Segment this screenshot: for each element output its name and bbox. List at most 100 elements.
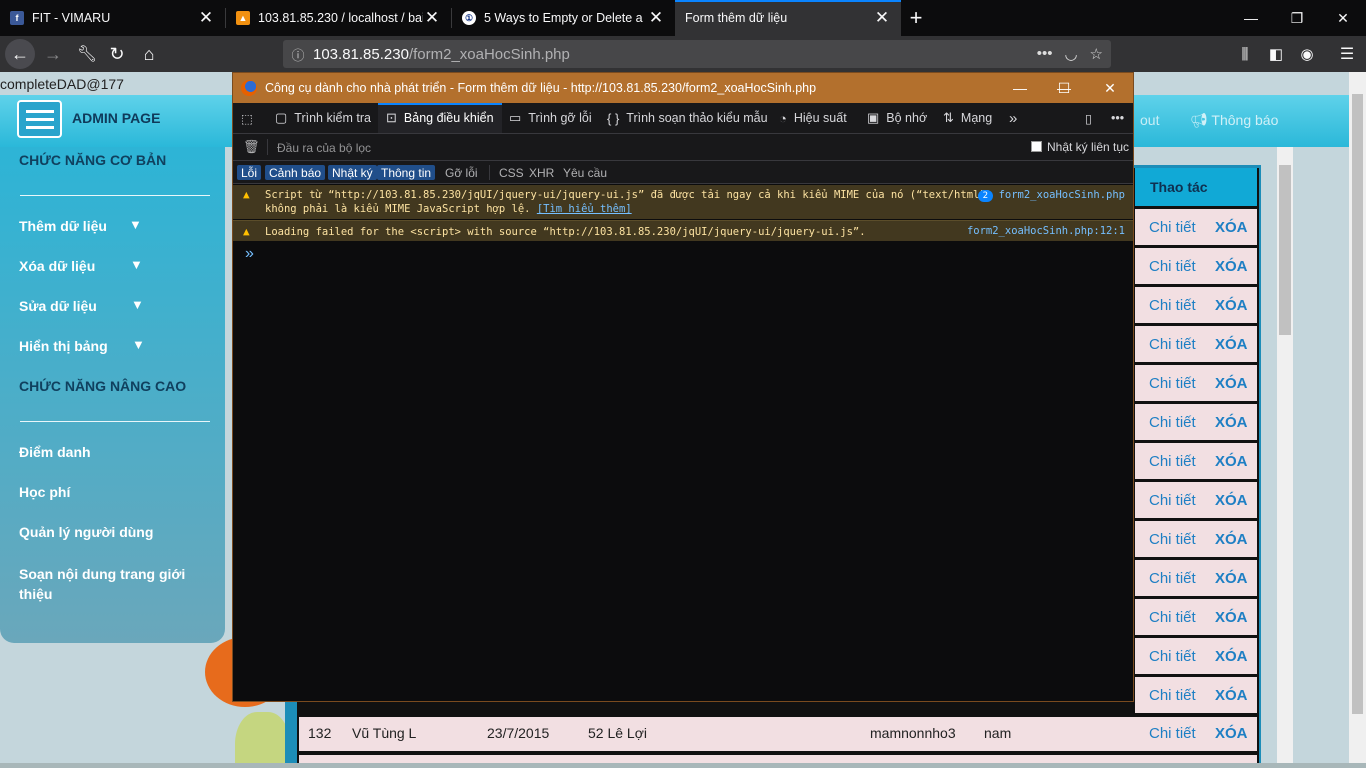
source-link[interactable]: form2_xoaHocSinh.php:12:1 bbox=[967, 225, 1125, 237]
chevron-down-icon[interactable]: ▼ bbox=[130, 257, 144, 272]
detail-link[interactable]: Chi tiết bbox=[1149, 725, 1196, 742]
tab-memory[interactable]: ▣ Bộ nhớ bbox=[867, 103, 927, 133]
filter-logs[interactable]: Nhật ký bbox=[328, 165, 377, 180]
new-tab-button[interactable]: + bbox=[903, 0, 929, 36]
menu-toggle-button[interactable] bbox=[17, 100, 62, 138]
sidebar-toggle-icon[interactable]: ◧ bbox=[1261, 39, 1291, 69]
chevron-down-icon[interactable]: ▼ bbox=[129, 217, 143, 232]
detail-link[interactable]: Chi tiết bbox=[1149, 297, 1196, 314]
tab-fit-vimaru[interactable]: f FIT - VIMARU ✕ bbox=[0, 0, 225, 36]
delete-link[interactable]: XÓA bbox=[1215, 531, 1248, 548]
account-icon[interactable]: ◉ bbox=[1292, 39, 1322, 69]
window-scrollbar[interactable] bbox=[1349, 72, 1366, 768]
detail-link[interactable]: Chi tiết bbox=[1149, 531, 1196, 548]
logout-link[interactable]: out bbox=[1140, 112, 1159, 128]
close-icon[interactable]: ✕ bbox=[873, 8, 891, 28]
more-tabs-icon[interactable]: » bbox=[1009, 103, 1017, 133]
detail-link[interactable]: Chi tiết bbox=[1149, 609, 1196, 626]
detail-link[interactable]: Chi tiết bbox=[1149, 570, 1196, 587]
notifications-link[interactable]: 📢︎ Thông báo bbox=[1190, 112, 1278, 129]
close-devtools-button[interactable]: ✕ bbox=[1087, 73, 1133, 103]
scrollbar-thumb[interactable] bbox=[1279, 165, 1291, 335]
restore-button[interactable]: ❐ bbox=[1274, 0, 1320, 36]
wrench-icon[interactable]: 🔧︎ bbox=[72, 39, 102, 69]
delete-link[interactable]: XÓA bbox=[1215, 648, 1248, 665]
delete-link[interactable]: XÓA bbox=[1215, 336, 1248, 353]
hamburger-menu-icon[interactable]: ☰ bbox=[1332, 39, 1362, 69]
sidebar-item-intro-content[interactable]: Soạn nội dung trang giới thiệu bbox=[19, 564, 204, 604]
info-icon[interactable]: ⓘ bbox=[283, 45, 313, 64]
bookmark-star-icon[interactable]: ☆ bbox=[1090, 45, 1103, 63]
tab-debugger[interactable]: ▭ Trình gỡ lỗi bbox=[509, 103, 592, 133]
filter-xhr[interactable]: XHR bbox=[525, 165, 558, 180]
delete-link[interactable]: XÓA bbox=[1215, 609, 1248, 626]
tab-5-ways[interactable]: ① 5 Ways to Empty or Delete a La ✕ bbox=[452, 0, 675, 36]
scrollbar-thumb[interactable] bbox=[1352, 94, 1363, 714]
responsive-design-icon[interactable]: ▯ bbox=[1085, 103, 1092, 133]
url-bar[interactable]: ⓘ 103.81.85.230/form2_xoaHocSinh.php •••… bbox=[283, 40, 1111, 68]
minimize-button[interactable]: — bbox=[1228, 0, 1274, 36]
filter-debug[interactable]: Gỡ lỗi bbox=[441, 165, 482, 180]
close-icon[interactable]: ✕ bbox=[423, 8, 441, 28]
element-picker-icon[interactable]: ⬚ bbox=[241, 103, 253, 133]
tab-console[interactable]: ⊡ Bảng điều khiển bbox=[378, 103, 502, 133]
sidebar-item-attendance[interactable]: Điểm danh bbox=[19, 444, 91, 460]
delete-link[interactable]: XÓA bbox=[1215, 687, 1248, 704]
delete-link[interactable]: XÓA bbox=[1215, 297, 1248, 314]
filter-errors[interactable]: Lỗi bbox=[237, 165, 262, 180]
sidebar-item-edit-data[interactable]: Sửa dữ liệu bbox=[19, 298, 97, 314]
sidebar-item-tuition[interactable]: Học phí bbox=[19, 484, 70, 500]
inner-scrollbar[interactable] bbox=[1277, 147, 1293, 768]
home-button[interactable]: ⌂ bbox=[134, 39, 164, 69]
detail-link[interactable]: Chi tiết bbox=[1149, 492, 1196, 509]
chevron-down-icon[interactable]: ▼ bbox=[132, 337, 146, 352]
tab-phpmyadmin[interactable]: ▲ 103.81.85.230 / localhost / baita ✕ bbox=[226, 0, 451, 36]
detail-link[interactable]: Chi tiết bbox=[1149, 414, 1196, 431]
tab-inspector[interactable]: ▢ Trình kiểm tra bbox=[275, 103, 371, 133]
delete-link[interactable]: XÓA bbox=[1215, 258, 1248, 275]
detail-link[interactable]: Chi tiết bbox=[1149, 375, 1196, 392]
delete-link[interactable]: XÓA bbox=[1215, 219, 1248, 236]
filter-css[interactable]: CSS bbox=[495, 165, 528, 180]
filter-input[interactable]: Đầu ra của bộ lọc bbox=[277, 141, 371, 155]
sidebar-item-show-table[interactable]: Hiển thị bảng bbox=[19, 338, 108, 354]
console-prompt[interactable]: » bbox=[245, 245, 254, 263]
tab-form-them-du-lieu[interactable]: Form thêm dữ liệu ✕ bbox=[675, 0, 901, 36]
pocket-icon[interactable]: ◡ bbox=[1064, 45, 1077, 63]
filter-info[interactable]: Thông tin bbox=[377, 165, 436, 180]
filter-warnings[interactable]: Cảnh báo bbox=[265, 165, 326, 180]
delete-link[interactable]: XÓA bbox=[1215, 725, 1248, 742]
learn-more-link[interactable]: [Tìm hiểu thêm] bbox=[537, 203, 632, 215]
sidebar-item-add-data[interactable]: Thêm dữ liệu bbox=[19, 218, 107, 234]
trash-icon[interactable]: 🗑︎ bbox=[243, 139, 260, 155]
persist-logs-checkbox[interactable] bbox=[1031, 141, 1042, 152]
minimize-button[interactable]: — bbox=[997, 73, 1043, 103]
reload-button[interactable]: ↻ bbox=[102, 39, 132, 69]
delete-link[interactable]: XÓA bbox=[1215, 492, 1248, 509]
detail-link[interactable]: Chi tiết bbox=[1149, 258, 1196, 275]
delete-link[interactable]: XÓA bbox=[1215, 375, 1248, 392]
delete-link[interactable]: XÓA bbox=[1215, 453, 1248, 470]
tab-style-editor[interactable]: { } Trình soạn thảo kiểu mẫu bbox=[607, 103, 768, 133]
detail-link[interactable]: Chi tiết bbox=[1149, 687, 1196, 704]
sidebar-item-user-management[interactable]: Quản lý người dùng bbox=[19, 524, 153, 540]
close-icon[interactable]: ✕ bbox=[647, 8, 665, 28]
back-button[interactable]: ← bbox=[5, 39, 35, 69]
tab-network[interactable]: ⇅ Mạng bbox=[943, 103, 992, 133]
more-icon[interactable]: ••• bbox=[1037, 45, 1053, 63]
close-icon[interactable]: ✕ bbox=[197, 8, 215, 28]
detail-link[interactable]: Chi tiết bbox=[1149, 219, 1196, 236]
detail-link[interactable]: Chi tiết bbox=[1149, 648, 1196, 665]
devtools-menu-icon[interactable]: ••• bbox=[1111, 103, 1124, 133]
delete-link[interactable]: XÓA bbox=[1215, 570, 1248, 587]
detail-link[interactable]: Chi tiết bbox=[1149, 453, 1196, 470]
chevron-down-icon[interactable]: ▼ bbox=[131, 297, 145, 312]
sidebar-item-delete-data[interactable]: Xóa dữ liệu bbox=[19, 258, 95, 274]
source-link[interactable]: form2_xoaHocSinh.php bbox=[999, 189, 1125, 201]
close-window-button[interactable]: ✕ bbox=[1320, 0, 1366, 36]
library-icon[interactable]: ⫼ bbox=[1230, 39, 1260, 69]
filter-requests[interactable]: Yêu cầu bbox=[559, 165, 611, 180]
tab-performance[interactable]: ◔ Hiệu suất bbox=[779, 103, 847, 133]
delete-link[interactable]: XÓA bbox=[1215, 414, 1248, 431]
forward-button[interactable]: → bbox=[38, 39, 68, 69]
